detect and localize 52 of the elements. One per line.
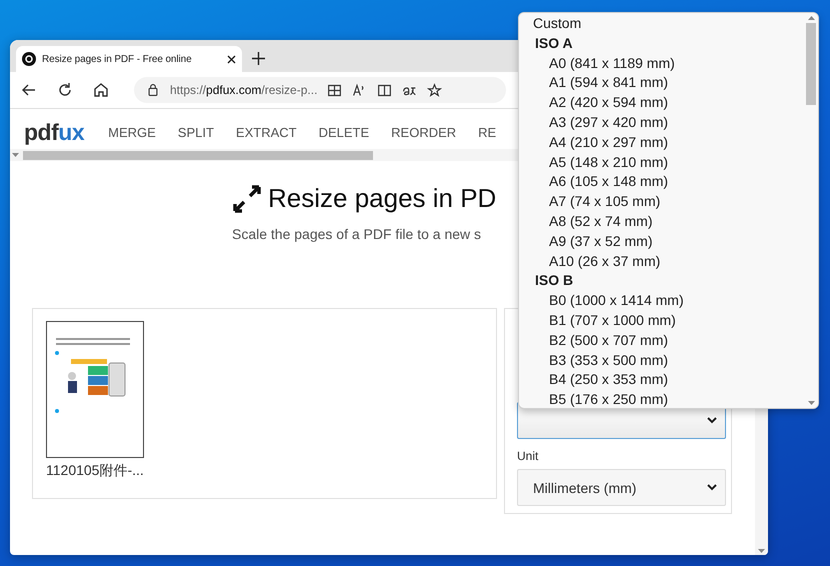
scrollbar-thumb[interactable] bbox=[23, 150, 373, 160]
reader-view-icon[interactable] bbox=[377, 82, 392, 98]
dropdown-option[interactable]: B4 (250 x 353 mm) bbox=[519, 370, 804, 390]
scroll-down-icon[interactable] bbox=[808, 401, 814, 405]
scroll-down-icon[interactable] bbox=[758, 549, 765, 553]
chevron-down-icon bbox=[707, 417, 717, 424]
address-bar[interactable]: https://pdfux.com/resize-p... bbox=[134, 77, 506, 103]
scrollbar-thumb[interactable] bbox=[806, 23, 816, 105]
page-subtitle: Scale the pages of a PDF file to a new s bbox=[232, 226, 482, 242]
option-group-label: ISO A bbox=[534, 34, 574, 53]
dropdown-option[interactable]: A5 (148 x 210 mm) bbox=[519, 152, 804, 172]
nav-link[interactable]: EXTRACT bbox=[236, 124, 297, 140]
nav-link[interactable]: REORDER bbox=[391, 124, 456, 140]
nav-link[interactable]: DELETE bbox=[318, 124, 370, 140]
unit-select[interactable]: Millimeters (mm) bbox=[517, 469, 726, 506]
dropdown-option[interactable]: A2 (420 x 594 mm) bbox=[519, 93, 804, 113]
app-grid-icon[interactable] bbox=[327, 82, 342, 98]
dropdown-option[interactable]: A4 (210 x 297 mm) bbox=[519, 132, 804, 153]
option-group-label: ISO B bbox=[534, 271, 574, 290]
tab-title: Resize pages in PDF - Free online bbox=[42, 54, 193, 64]
page-title: Resize pages in PD bbox=[268, 183, 496, 214]
close-icon[interactable] bbox=[227, 54, 236, 64]
lock-icon[interactable] bbox=[146, 83, 160, 97]
dropdown-option[interactable]: A1 (594 x 841 mm) bbox=[519, 73, 804, 94]
dropdown-option[interactable]: B5 (176 x 250 mm) bbox=[519, 390, 804, 408]
home-icon[interactable] bbox=[92, 81, 110, 99]
resize-arrows-icon bbox=[232, 184, 262, 214]
dropdown-option[interactable]: Custom bbox=[519, 14, 804, 34]
dropdown-option[interactable]: B3 (353 x 500 mm) bbox=[519, 350, 804, 370]
dropdown-option[interactable]: B0 (1000 x 1414 mm) bbox=[519, 291, 804, 311]
new-tab-icon[interactable] bbox=[252, 52, 265, 65]
unit-label: Unit bbox=[517, 449, 538, 463]
dropdown-option[interactable]: A3 (297 x 420 mm) bbox=[519, 112, 804, 133]
dropdown-option[interactable]: A10 (26 x 37 mm) bbox=[519, 252, 804, 272]
url-text: https://pdfux.com/resize-p... bbox=[170, 83, 318, 97]
dropdown-option[interactable]: A8 (52 x 74 mm) bbox=[519, 212, 804, 232]
file-name: 1120105附件-... bbox=[46, 462, 145, 480]
scroll-up-icon[interactable] bbox=[808, 16, 814, 20]
dropdown-option[interactable]: A9 (37 x 52 mm) bbox=[519, 232, 804, 252]
nav-link[interactable]: SPLIT bbox=[178, 124, 214, 140]
nav-link[interactable]: RE bbox=[478, 124, 496, 140]
dropdown-option[interactable]: A0 (841 x 1189 mm) bbox=[519, 54, 804, 74]
site-favicon-icon bbox=[22, 52, 36, 66]
dropdown-option[interactable]: B2 (500 x 707 mm) bbox=[519, 330, 804, 351]
dropdown-option[interactable]: B1 (707 x 1000 mm) bbox=[519, 310, 804, 331]
browser-tab[interactable]: Resize pages in PDF - Free online bbox=[16, 46, 242, 72]
nav-link[interactable]: MERGE bbox=[108, 124, 156, 140]
favorite-star-icon[interactable] bbox=[427, 82, 442, 98]
dropdown-option[interactable]: A7 (74 x 105 mm) bbox=[519, 192, 804, 212]
chevron-down-icon bbox=[707, 484, 717, 491]
dropdown-option[interactable]: A6 (105 x 148 mm) bbox=[519, 172, 804, 192]
site-logo[interactable]: pdfux bbox=[24, 118, 84, 146]
